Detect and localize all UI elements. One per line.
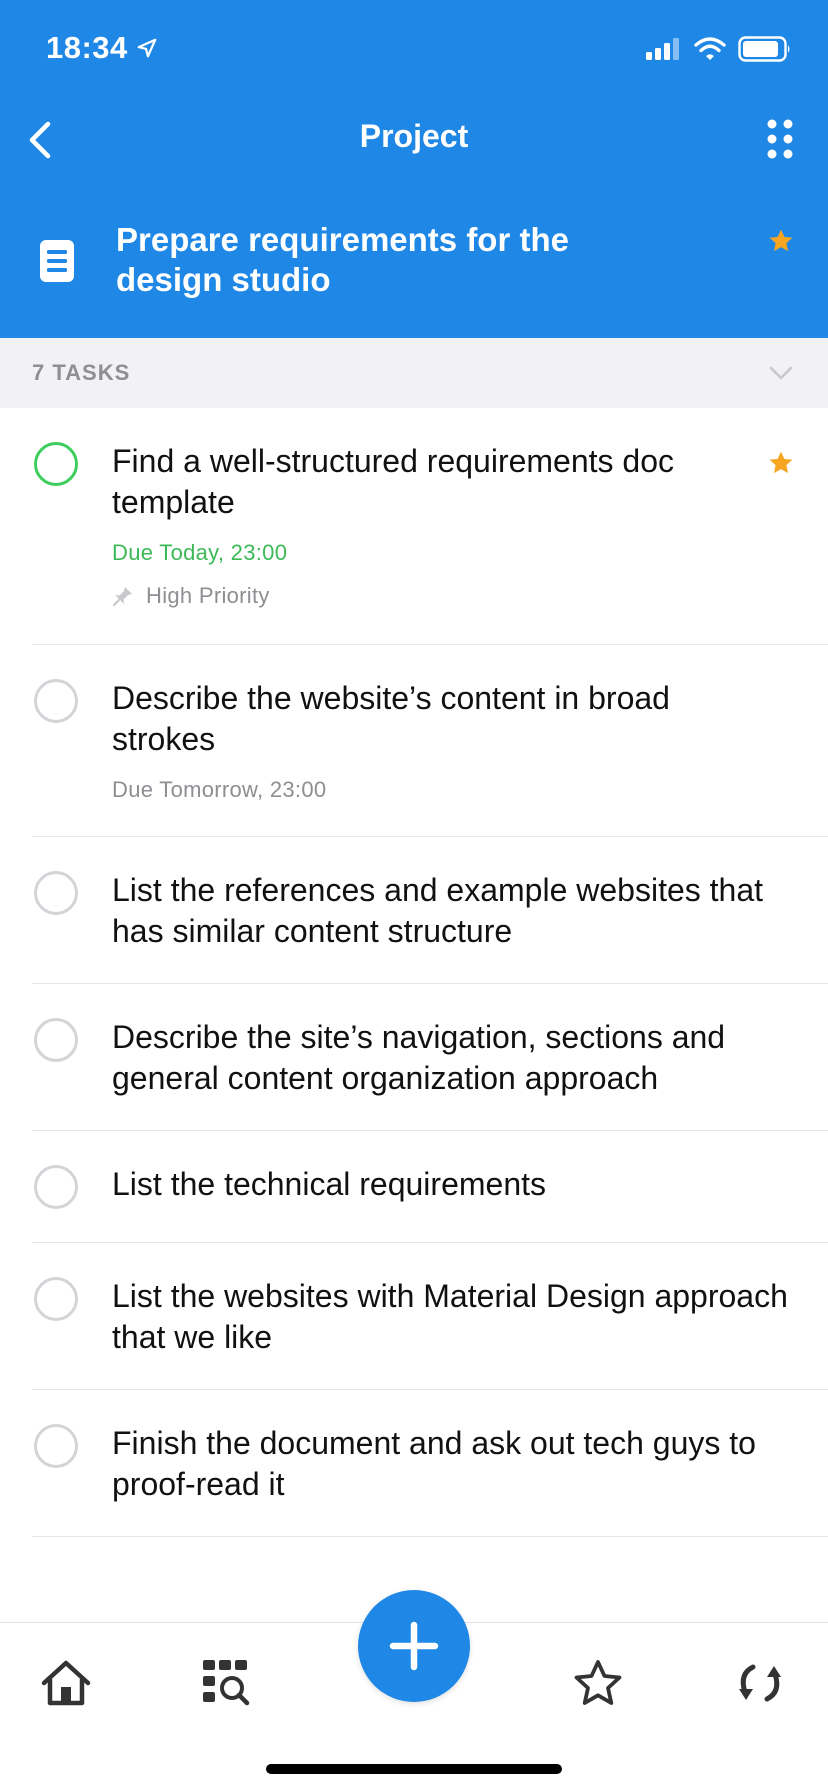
project-title: Prepare requirements for the design stud…: [116, 221, 569, 298]
star-icon: [574, 1660, 622, 1705]
task-checkbox[interactable]: [34, 442, 78, 486]
task-due-date: Due Tomorrow, 23:00: [112, 777, 327, 802]
tab-favorites[interactable]: [568, 1653, 628, 1713]
app-header: 18:34 Project Prepare requirements for t…: [0, 0, 828, 338]
task-checkbox[interactable]: [34, 1018, 78, 1062]
task-checkbox[interactable]: [34, 871, 78, 915]
task-title: List the technical requirements: [112, 1166, 546, 1202]
add-task-button[interactable]: [358, 1590, 470, 1702]
task-checkbox[interactable]: [34, 1277, 78, 1321]
task-checkbox[interactable]: [34, 679, 78, 723]
task-item[interactable]: List the technical requirements: [0, 1131, 828, 1243]
task-title: Describe the site’s navigation, sections…: [112, 1019, 726, 1096]
status-time-text: 18:34: [46, 30, 128, 65]
project-header: Prepare requirements for the design stud…: [0, 200, 828, 330]
tab-search-filter[interactable]: [196, 1653, 256, 1713]
task-item[interactable]: Finish the document and ask out tech guy…: [0, 1390, 828, 1537]
more-options-button[interactable]: [766, 118, 794, 160]
nav-bar: Project: [0, 100, 828, 180]
task-item[interactable]: Find a well-structured requirements doc …: [0, 408, 828, 645]
project-star-icon[interactable]: [768, 228, 794, 254]
wifi-icon: [694, 37, 726, 60]
task-title: Describe the website’s content in broad …: [112, 680, 670, 757]
task-checkbox[interactable]: [34, 1424, 78, 1468]
task-due-date: Due Today, 23:00: [112, 540, 288, 565]
task-priority-label: High Priority: [146, 583, 270, 608]
task-item[interactable]: List the references and example websites…: [0, 837, 828, 984]
system-icons: [646, 36, 792, 62]
tasks-section-header[interactable]: 7 TASKS: [0, 338, 828, 408]
task-priority: High Priority: [112, 583, 270, 609]
page-title: Project: [359, 118, 469, 154]
chevron-down-icon[interactable]: [768, 360, 794, 386]
status-time: 18:34: [46, 30, 158, 66]
status-bar: 18:34: [0, 0, 828, 100]
battery-icon: [738, 36, 790, 62]
task-item[interactable]: List the websites with Material Design a…: [0, 1243, 828, 1390]
home-indicator: [266, 1764, 562, 1774]
task-list: Find a well-structured requirements doc …: [0, 408, 828, 1537]
location-arrow-icon: [137, 38, 157, 58]
signal-icon: [646, 38, 679, 60]
task-title: Finish the document and ask out tech guy…: [112, 1425, 756, 1502]
task-title: List the references and example websites…: [112, 872, 764, 949]
document-icon: [40, 240, 74, 282]
search-filter-icon: [203, 1660, 250, 1706]
task-star-icon[interactable]: [768, 450, 794, 476]
task-item[interactable]: Describe the website’s content in broad …: [0, 645, 828, 837]
home-icon: [41, 1660, 91, 1706]
task-title: Find a well-structured requirements doc …: [112, 443, 675, 520]
tab-home[interactable]: [36, 1653, 96, 1713]
tab-sync[interactable]: [730, 1653, 790, 1713]
task-item[interactable]: Describe the site’s navigation, sections…: [0, 984, 828, 1131]
task-title: List the websites with Material Design a…: [112, 1278, 788, 1355]
pin-icon: [113, 587, 132, 606]
add-icon: [389, 1621, 439, 1671]
tasks-count: 7 TASKS: [32, 360, 131, 385]
task-checkbox[interactable]: [34, 1165, 78, 1209]
sync-icon: [739, 1664, 781, 1702]
